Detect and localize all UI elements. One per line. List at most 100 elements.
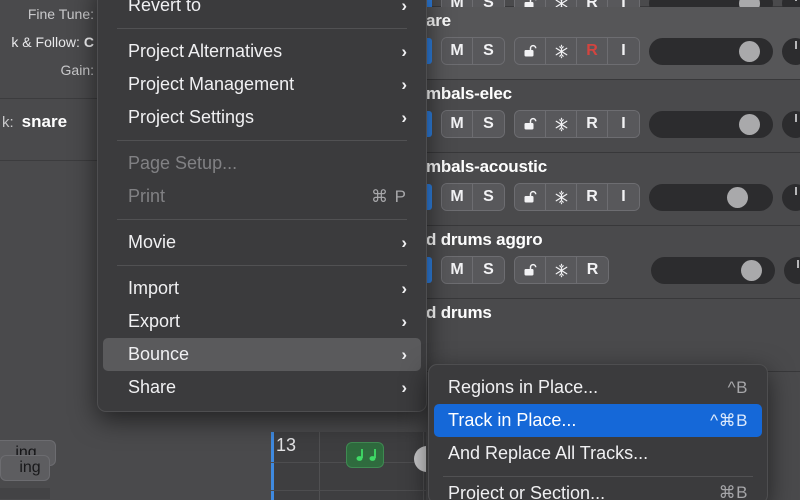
midi-notes-icon[interactable] [346, 442, 384, 468]
menu-item-movie[interactable]: Movie › [103, 226, 421, 259]
region-control-knob[interactable] [414, 446, 426, 472]
mute-button[interactable]: M [442, 111, 473, 137]
mute-button[interactable]: M [442, 38, 473, 64]
inspector-bottom-button[interactable]: ing [0, 455, 50, 481]
menu-item-bounce[interactable]: Bounce › [103, 338, 421, 371]
chevron-right-icon: › [401, 42, 407, 62]
menu-item-label: Page Setup... [128, 153, 237, 174]
pan-knob[interactable] [782, 38, 800, 65]
volume-slider-knob[interactable] [727, 187, 748, 208]
track-row[interactable]: d drums [426, 299, 800, 372]
menu-item-project-management[interactable]: Project Management › [103, 68, 421, 101]
track-name[interactable]: mbals-elec [426, 84, 512, 104]
submenu-item-shortcut: ⌘B [719, 483, 748, 500]
menu-item-share[interactable]: Share › [103, 371, 421, 404]
freeze-icon[interactable] [546, 38, 577, 64]
freeze-icon[interactable] [546, 184, 577, 210]
lock-icon[interactable] [515, 38, 546, 64]
volume-slider-knob[interactable] [741, 260, 762, 281]
inspector-label: Gain: [61, 62, 94, 78]
inspector-label: Fine Tune: [28, 6, 94, 22]
track-row[interactable]: M S R [426, 0, 800, 7]
record-enable-button[interactable]: R [577, 184, 608, 210]
track-row[interactable]: mbals-elec M S [426, 80, 800, 153]
record-enable-button[interactable]: R [577, 38, 608, 64]
track-state-group: R I [514, 183, 640, 211]
solo-button[interactable]: S [473, 257, 504, 283]
menu-item-page-setup: Page Setup... [103, 147, 421, 180]
freeze-icon[interactable] [546, 257, 577, 283]
submenu-item-label: And Replace All Tracks... [448, 443, 648, 464]
input-monitor-button[interactable]: I [608, 38, 639, 64]
freeze-icon[interactable] [546, 111, 577, 137]
mute-solo-group: M S [441, 256, 505, 284]
track-controls: M S R [426, 256, 800, 284]
submenu-item-track-in-place[interactable]: Track in Place... ^⌘B [434, 404, 762, 437]
chevron-right-icon: › [401, 108, 407, 128]
pan-knob[interactable] [784, 257, 800, 284]
submenu-item-label: Regions in Place... [448, 377, 598, 398]
menu-item-label: Movie [128, 232, 176, 253]
submenu-item-label: Project or Section... [448, 483, 605, 500]
track-name[interactable]: are [426, 11, 451, 31]
inspector-row-gain[interactable]: Gain: [0, 56, 100, 84]
solo-button[interactable]: S [473, 184, 504, 210]
menu-item-label: Import [128, 278, 179, 299]
record-enable-button[interactable]: R [577, 111, 608, 137]
menu-item-revert-to[interactable]: Revert to › [103, 0, 421, 22]
track-name[interactable]: mbals-acoustic [426, 157, 547, 177]
volume-slider[interactable] [649, 111, 773, 138]
inspector-row-track-and-follow[interactable]: k & Follow: C [0, 28, 100, 56]
track-name[interactable]: d drums aggro [426, 230, 542, 250]
chevron-right-icon: › [401, 75, 407, 95]
menu-separator [117, 140, 407, 141]
record-enable-button[interactable]: R [577, 257, 608, 283]
menu-item-label: Project Alternatives [128, 41, 282, 62]
volume-slider[interactable] [649, 38, 773, 65]
submenu-item-regions-in-place[interactable]: Regions in Place... ^B [434, 371, 762, 404]
lock-icon[interactable] [515, 257, 546, 283]
track-row[interactable]: are M S [426, 7, 800, 80]
menu-item-label: Project Settings [128, 107, 254, 128]
volume-slider-knob[interactable] [739, 114, 760, 135]
menu-separator [117, 265, 407, 266]
chevron-right-icon: › [401, 279, 407, 299]
arrange-area[interactable]: 13 [271, 432, 426, 500]
track-name[interactable]: d drums [426, 303, 492, 323]
mute-button[interactable]: M [442, 257, 473, 283]
lock-icon[interactable] [515, 184, 546, 210]
track-state-group: R I [514, 110, 640, 138]
pan-knob[interactable] [782, 184, 800, 211]
inspector-track-name-row[interactable]: k: snare [0, 105, 100, 139]
menu-item-project-alternatives[interactable]: Project Alternatives › [103, 35, 421, 68]
inspector-bottom-slot[interactable] [0, 488, 50, 499]
inspector-divider [0, 98, 100, 99]
track-row[interactable]: mbals-acoustic M S [426, 153, 800, 226]
solo-button[interactable]: S [473, 111, 504, 137]
submenu-item-and-replace-all-tracks[interactable]: And Replace All Tracks... [434, 437, 762, 470]
solo-button[interactable]: S [473, 38, 504, 64]
menu-item-project-settings[interactable]: Project Settings › [103, 101, 421, 134]
submenu-item-project-or-section[interactable]: Project or Section... ⌘B [434, 483, 762, 500]
menu-item-print: Print ⌘ P [103, 180, 421, 213]
track-state-group: R [514, 256, 609, 284]
volume-slider-knob[interactable] [739, 41, 760, 62]
volume-slider[interactable] [651, 257, 775, 284]
inspector-row-fine-tune[interactable]: Fine Tune: [0, 0, 100, 28]
menu-item-export[interactable]: Export › [103, 305, 421, 338]
track-controls: M S R [426, 110, 800, 138]
input-monitor-button[interactable]: I [608, 111, 639, 137]
track-lane-divider [271, 490, 426, 491]
pan-knob[interactable] [782, 111, 800, 138]
lock-icon[interactable] [515, 111, 546, 137]
menu-item-import[interactable]: Import › [103, 272, 421, 305]
volume-slider[interactable] [649, 184, 773, 211]
mute-button[interactable]: M [442, 184, 473, 210]
chevron-right-icon: › [401, 233, 407, 253]
track-row[interactable]: d drums aggro M S [426, 226, 800, 299]
mute-solo-group: M S [441, 183, 505, 211]
menu-item-label: Share [128, 377, 176, 398]
input-monitor-button[interactable]: I [608, 184, 639, 210]
track-state-group: R I [514, 37, 640, 65]
menu-item-label: Print [128, 186, 165, 207]
